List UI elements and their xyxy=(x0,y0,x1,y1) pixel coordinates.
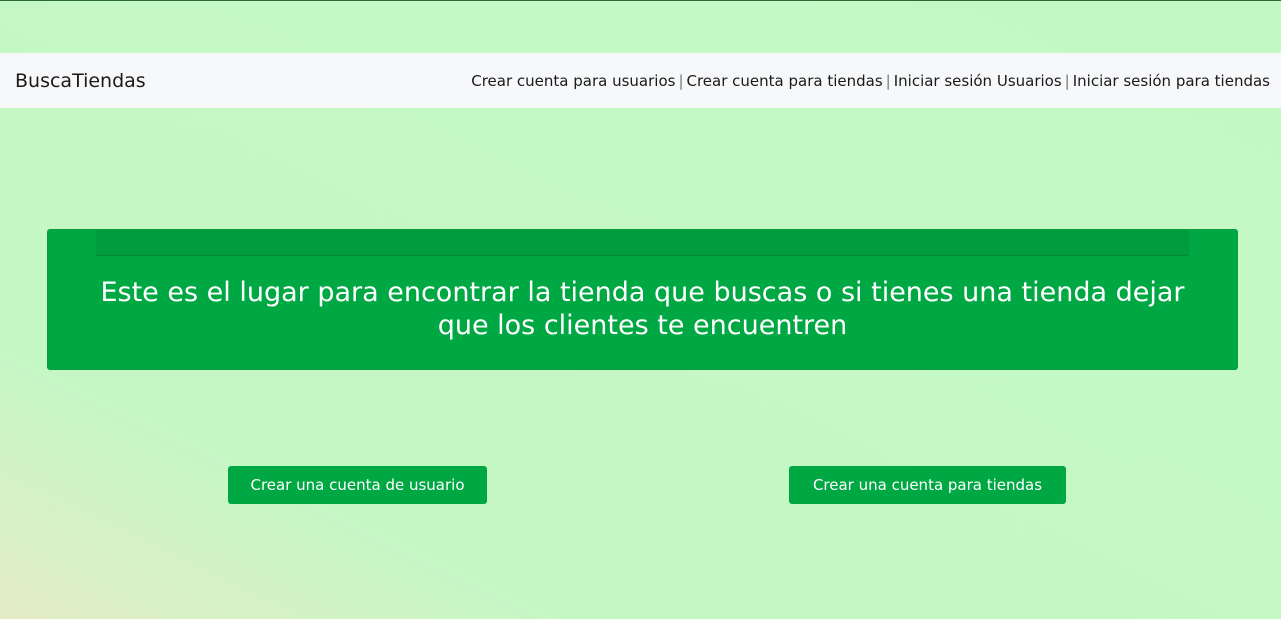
nav-link-login-users[interactable]: Iniciar sesión Usuarios xyxy=(894,72,1062,90)
nav-link-login-stores[interactable]: Iniciar sesión para tiendas xyxy=(1073,72,1270,90)
hero-banner: Este es el lugar para encontrar la tiend… xyxy=(47,229,1238,370)
nav-links: Crear cuenta para usuarios | Crear cuenta … xyxy=(471,71,1270,91)
hero-top-strip xyxy=(96,230,1189,256)
nav-link-create-store-account[interactable]: Crear cuenta para tiendas xyxy=(687,72,883,90)
create-user-account-button[interactable]: Crear una cuenta de usuario xyxy=(228,466,487,504)
nav-link-create-user-account[interactable]: Crear cuenta para usuarios xyxy=(471,72,675,90)
hero-headline: Este es el lugar para encontrar la tiend… xyxy=(100,277,1185,341)
nav-separator: | xyxy=(1064,72,1070,90)
create-store-account-button[interactable]: Crear una cuenta para tiendas xyxy=(789,466,1066,504)
nav-separator: | xyxy=(678,72,684,90)
navbar: BuscaTiendas Crear cuenta para usuarios |… xyxy=(0,53,1281,108)
brand-logo[interactable]: BuscaTiendas xyxy=(15,69,146,93)
nav-separator: | xyxy=(885,72,891,90)
window-top-border xyxy=(0,0,1281,1)
